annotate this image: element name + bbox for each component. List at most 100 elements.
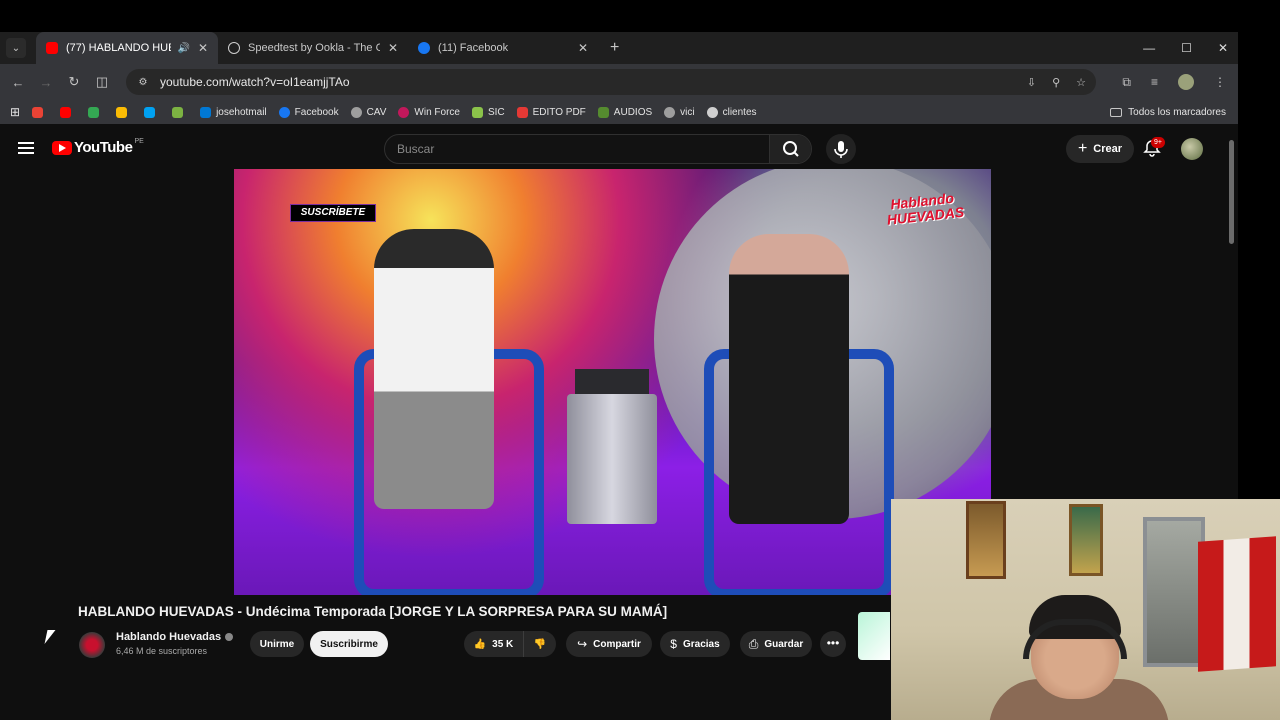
split-view-icon[interactable]: ◫ — [88, 74, 116, 90]
menu-dots-icon[interactable]: ⋮ — [1214, 75, 1226, 89]
logo-text: YouTube — [74, 139, 133, 156]
wall-picture — [966, 501, 1006, 579]
bookmark-icon: ⎙ — [748, 636, 759, 651]
close-tab-icon[interactable]: ✕ — [578, 41, 588, 55]
reload-icon[interactable]: ↻ — [60, 74, 88, 90]
window-controls: — ☐ ✕ — [1143, 32, 1228, 64]
forward-arrow-icon[interactable]: → — [32, 75, 60, 90]
whatsapp-icon — [706, 106, 718, 118]
bookmark-vici[interactable]: vici — [664, 106, 695, 118]
pdf-icon — [516, 106, 528, 118]
apps-grid-icon[interactable]: ⊞ — [10, 105, 20, 119]
tab-search-button[interactable]: ⌄ — [6, 38, 26, 58]
thumbs-down-icon: 👎 — [533, 638, 547, 650]
bookmark-maps[interactable] — [88, 106, 104, 118]
close-window-icon[interactable]: ✕ — [1218, 41, 1228, 55]
bookmark-gmail[interactable] — [32, 106, 48, 118]
profile-avatar[interactable] — [1178, 74, 1194, 90]
globe-icon — [350, 106, 362, 118]
save-button[interactable]: ⎙ Guardar — [740, 631, 812, 657]
create-label: Crear — [1093, 143, 1123, 155]
search-input[interactable] — [385, 135, 770, 163]
wall-mirror — [1143, 517, 1205, 667]
bookmark-audios[interactable]: AUDIOS — [597, 106, 652, 118]
media-control-icon[interactable]: ≡ — [1151, 75, 1158, 89]
search-button[interactable] — [769, 135, 811, 163]
subscribe-button[interactable]: Suscribirme — [310, 631, 388, 657]
maximize-icon[interactable]: ☐ — [1181, 41, 1192, 55]
subscriber-count: 6,46 M de suscriptores — [116, 646, 208, 656]
minimize-icon[interactable]: — — [1143, 41, 1155, 55]
address-bar[interactable]: ⚙ youtube.com/watch?v=oI1eamjjTAo ⇩ ⚲ ☆ — [126, 69, 1096, 95]
bookmark-sic[interactable]: SIC — [471, 106, 505, 118]
webcam-overlay — [891, 499, 1280, 720]
join-button[interactable]: Unirme — [250, 631, 304, 657]
youtube-header: YouTube PE + Crear — [0, 129, 1238, 169]
sidebar-card[interactable] — [858, 612, 890, 660]
tab-youtube[interactable]: (77) HABLANDO HUEVADAS 🔊 ✕ — [36, 32, 218, 64]
bookmark-star-icon[interactable]: ☆ — [1076, 76, 1086, 89]
search-box — [384, 134, 812, 164]
youtube-play-icon — [52, 140, 72, 155]
create-button[interactable]: + Crear — [1066, 135, 1134, 163]
browser-toolbar: ← → ↻ ◫ ⚙ youtube.com/watch?v=oI1eamjjTA… — [0, 64, 1238, 100]
new-tab-button[interactable]: + — [610, 39, 619, 57]
microphone-icon — [834, 141, 848, 158]
bookmark-label: josehotmail — [216, 106, 267, 118]
extensions-icon[interactable]: ⧉ — [1122, 75, 1131, 90]
laptop — [575, 369, 649, 397]
hamburger-menu-icon[interactable] — [18, 142, 34, 154]
thanks-icon: $ — [670, 637, 677, 651]
share-label: Compartir — [593, 638, 641, 650]
site-info-icon[interactable]: ⚙ — [132, 77, 154, 88]
all-bookmarks[interactable]: Todos los marcadores — [1110, 100, 1226, 124]
more-actions-icon[interactable]: ••• — [820, 631, 846, 657]
bookmark-label: EDITO PDF — [532, 106, 586, 118]
install-app-icon[interactable]: ⇩ — [1027, 76, 1036, 89]
tab-speedtest[interactable]: Speedtest by Ookla - The Global ✕ — [218, 32, 408, 64]
like-button[interactable]: 👍 35 K — [464, 631, 524, 657]
bookmark-clientes[interactable]: clientes — [706, 106, 757, 118]
facebook-icon — [418, 42, 430, 54]
speaker-icon[interactable]: 🔊 — [177, 43, 189, 54]
thanks-button[interactable]: $ Gracias — [660, 631, 730, 657]
zoom-icon[interactable]: ⚲ — [1052, 76, 1060, 89]
omnibox-actions: ⇩ ⚲ ☆ — [1027, 69, 1086, 95]
bookmark-winforce[interactable]: Win Force — [398, 106, 460, 118]
bookmark-photos[interactable] — [116, 106, 132, 118]
peru-flag — [1198, 536, 1276, 672]
channel-name[interactable]: Hablando Huevadas — [116, 631, 234, 643]
user-avatar[interactable] — [1181, 138, 1203, 160]
youtube-logo[interactable]: YouTube PE — [52, 138, 144, 156]
outlook-icon — [200, 106, 212, 118]
bookmark-label: CAV — [366, 106, 387, 118]
notification-badge: 9+ — [1151, 137, 1165, 148]
video-player[interactable]: SUSCRÍBETE Hablando HUEVADAS — [234, 169, 991, 595]
voice-search-button[interactable] — [826, 134, 856, 164]
thanks-label: Gracias — [682, 638, 720, 650]
channel-avatar[interactable] — [79, 632, 105, 658]
dislike-button[interactable]: 👎 — [524, 631, 556, 657]
close-tab-icon[interactable]: ✕ — [198, 41, 208, 55]
page-scrollbar[interactable] — [1229, 140, 1234, 244]
bookmark-cav[interactable]: CAV — [350, 106, 387, 118]
channel-name-text: Hablando Huevadas — [116, 631, 222, 643]
bookmarks-bar: ⊞ josehotmail Facebook CAV Win Force SIC… — [0, 100, 1238, 124]
bookmark-label: clientes — [722, 106, 757, 118]
url-text[interactable]: youtube.com/watch?v=oI1eamjjTAo — [160, 75, 350, 89]
bookmark-check[interactable] — [172, 106, 188, 118]
bookmark-facebook[interactable]: Facebook — [278, 106, 339, 118]
toolbar-actions: ⧉ ≡ ⋮ — [1122, 64, 1226, 100]
close-tab-icon[interactable]: ✕ — [388, 41, 398, 55]
back-arrow-icon[interactable]: ← — [4, 75, 32, 90]
bookmark-app[interactable] — [144, 106, 160, 118]
bookmark-josehotmail[interactable]: josehotmail — [200, 106, 267, 118]
wall-picture — [1069, 504, 1103, 576]
bookmark-label: Facebook — [294, 106, 339, 118]
tab-facebook[interactable]: (11) Facebook ✕ — [408, 32, 598, 64]
subscribe-overlay: SUSCRÍBETE — [290, 204, 376, 222]
bookmark-edito-pdf[interactable]: EDITO PDF — [516, 106, 586, 118]
share-button[interactable]: ↪ Compartir — [566, 631, 652, 657]
bookmark-youtube[interactable] — [60, 106, 76, 118]
share-icon: ↪ — [577, 637, 588, 651]
